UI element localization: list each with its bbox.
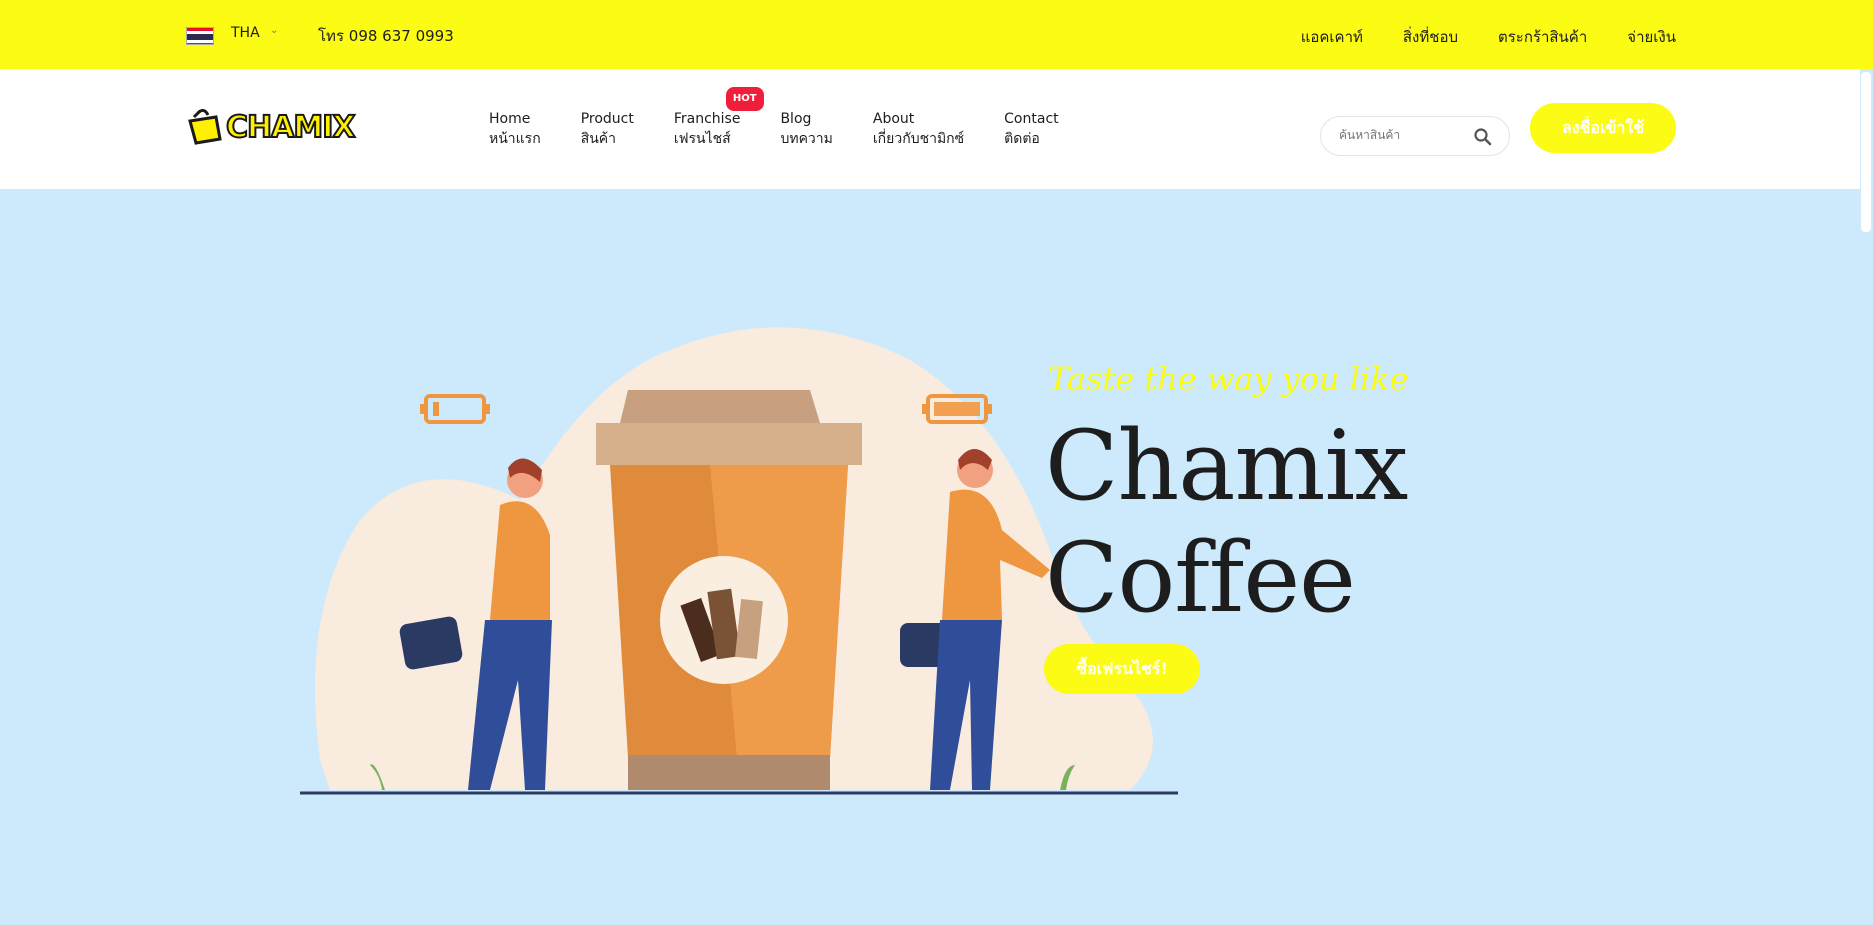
nav-label-en: Contact (1004, 111, 1059, 127)
buy-franchise-button[interactable]: ซื้อเฟรนไชร์! (1044, 644, 1200, 694)
scrollbar-thumb[interactable] (1861, 72, 1871, 232)
hero-title: Chamix Coffee (1045, 410, 1408, 634)
hot-badge: HOT (725, 87, 764, 111)
logo[interactable]: CHAMIX (186, 109, 356, 146)
account-links: แอคเคาท์ สิ่งที่ชอบ ตระกร้าสินค้า จ่ายเง… (1301, 25, 1676, 49)
thailand-flag-icon[interactable] (186, 27, 214, 45)
nav-about[interactable]: About เกี่ยวกับชามิกซ์ (873, 109, 964, 149)
nav-contact[interactable]: Contact ติดต่อ (1004, 109, 1058, 149)
nav-label-th: สินค้า (580, 131, 617, 147)
nav-franchise[interactable]: HOT Franchise เฟรนไชส์ (673, 87, 764, 149)
nav-label-en: Product (580, 111, 634, 127)
hero-tagline: Taste the way you like (1048, 360, 1409, 398)
hero-title-line1: Chamix (1045, 410, 1408, 522)
nav-label-th: ติดต่อ (1004, 131, 1040, 147)
wishlist-link[interactable]: สิ่งที่ชอบ (1403, 25, 1458, 49)
nav-blog[interactable]: Blog บทความ (780, 109, 832, 149)
empty-battery-icon (420, 394, 490, 424)
nav-label-th: เฟรนไชส์ (673, 131, 731, 147)
nav-label-en: About (872, 111, 915, 127)
main-header: CHAMIX Home หน้าแรก Product สินค้า HOT F… (0, 69, 1873, 189)
hero-title-line2: Coffee (1045, 522, 1356, 634)
search-icon[interactable] (1473, 127, 1493, 147)
cart-link[interactable]: ตระกร้าสินค้า (1498, 25, 1587, 49)
nav-home[interactable]: Home หน้าแรก (489, 109, 541, 149)
account-link[interactable]: แอคเคาท์ (1301, 25, 1363, 49)
nav-product[interactable]: Product สินค้า (581, 109, 634, 149)
main-nav: Home หน้าแรก Product สินค้า HOT Franchis… (489, 87, 1099, 149)
checkout-link[interactable]: จ่ายเงิน (1627, 25, 1676, 49)
search-input[interactable] (1339, 128, 1469, 142)
logo-text: CHAMIX (225, 109, 356, 146)
nav-label-en: Blog (780, 111, 812, 127)
nav-label-en: Franchise (673, 111, 741, 127)
language-selector[interactable]: THA (231, 25, 260, 41)
coffee-cup (596, 390, 862, 790)
top-bar: THA ⌄ โทร 098 637 0993 แอคเคาท์ สิ่งที่ช… (0, 0, 1873, 69)
nav-label-th: หน้าแรก (489, 131, 541, 147)
cup-logo-icon (188, 109, 222, 145)
nav-label-th: เกี่ยวกับชามิกซ์ (872, 131, 965, 147)
chevron-down-icon[interactable]: ⌄ (270, 25, 278, 36)
nav-label-en: Home (489, 111, 531, 127)
login-button[interactable]: ลงชื่อเข้าใช้ (1530, 103, 1676, 153)
search-box (1320, 116, 1510, 156)
phone-number: โทร 098 637 0993 (318, 27, 454, 45)
nav-label-th: บทความ (780, 131, 833, 147)
